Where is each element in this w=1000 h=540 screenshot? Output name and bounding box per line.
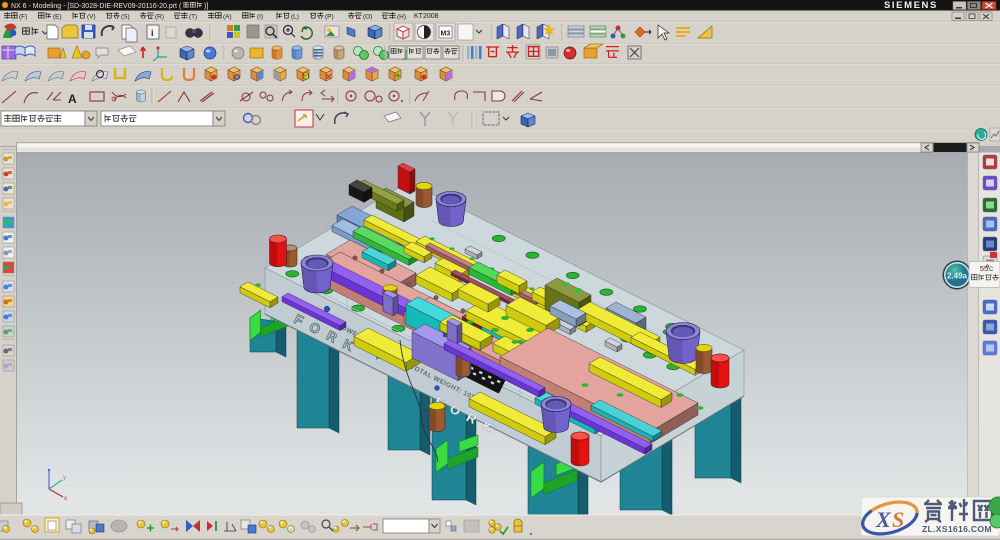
svg-text:ZL.XS1616.COM: ZL.XS1616.COM	[922, 524, 992, 534]
svg-text:S: S	[892, 507, 904, 532]
svg-text:X: X	[875, 507, 892, 532]
